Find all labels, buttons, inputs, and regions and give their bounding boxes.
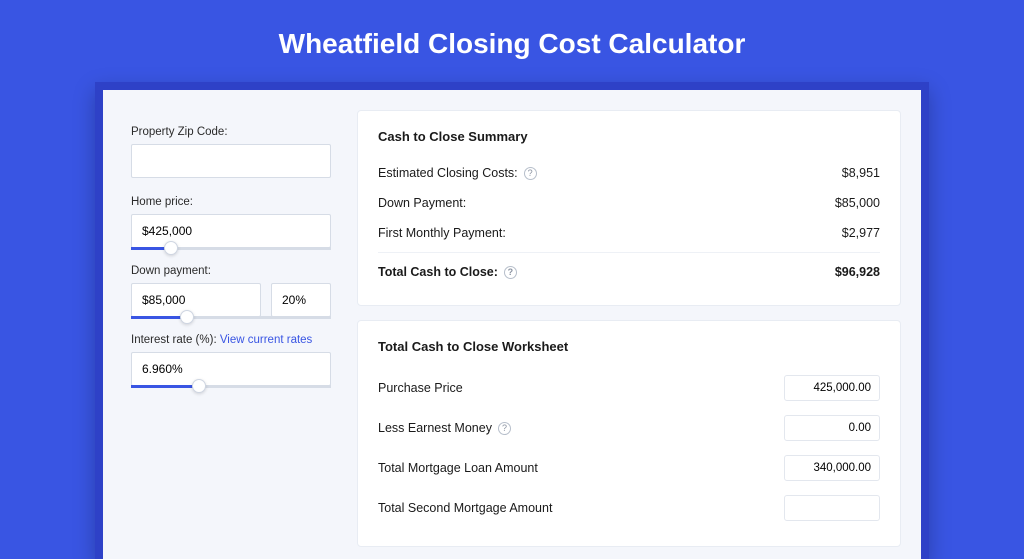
worksheet-label: Less Earnest Money <box>378 421 492 435</box>
zip-group: Property Zip Code: <box>131 126 331 178</box>
worksheet-row-earnest-money: Less Earnest Money ? <box>378 408 880 448</box>
summary-value: $85,000 <box>835 196 880 210</box>
worksheet-row-purchase-price: Purchase Price <box>378 368 880 408</box>
help-icon[interactable]: ? <box>498 422 511 435</box>
summary-row-total: Total Cash to Close: ? $96,928 <box>378 252 880 287</box>
zip-label: Property Zip Code: <box>131 126 331 138</box>
summary-label: Down Payment: <box>378 196 466 210</box>
panel-outer: Property Zip Code: Home price: Down paym… <box>95 82 929 559</box>
worksheet-input[interactable] <box>784 495 880 521</box>
summary-total-label: Total Cash to Close: <box>378 265 498 279</box>
inputs-column: Property Zip Code: Home price: Down paym… <box>103 90 343 559</box>
help-icon[interactable]: ? <box>504 266 517 279</box>
rate-input[interactable] <box>131 352 331 386</box>
view-rates-link[interactable]: View current rates <box>220 334 312 346</box>
worksheet-input[interactable] <box>784 415 880 441</box>
summary-total-value: $96,928 <box>835 265 880 279</box>
summary-label: Estimated Closing Costs: <box>378 166 518 180</box>
down-payment-group: Down payment: <box>131 265 331 316</box>
down-payment-input[interactable] <box>131 283 261 317</box>
rate-label: Interest rate (%): View current rates <box>131 334 331 346</box>
worksheet-row-second-mortgage: Total Second Mortgage Amount <box>378 488 880 528</box>
home-price-group: Home price: <box>131 196 331 247</box>
summary-row-estimated-costs: Estimated Closing Costs: ? $8,951 <box>378 158 880 188</box>
panel-inner: Property Zip Code: Home price: Down paym… <box>103 90 921 559</box>
help-icon[interactable]: ? <box>524 167 537 180</box>
rate-group: Interest rate (%): View current rates <box>131 334 331 385</box>
home-price-slider-thumb[interactable] <box>164 241 178 255</box>
summary-row-first-payment: First Monthly Payment: $2,977 <box>378 218 880 248</box>
rate-slider-fill <box>131 385 199 388</box>
rate-slider-thumb[interactable] <box>192 379 206 393</box>
down-payment-slider[interactable] <box>131 316 331 319</box>
down-payment-label: Down payment: <box>131 265 331 277</box>
page-title: Wheatfield Closing Cost Calculator <box>0 0 1024 82</box>
worksheet-card: Total Cash to Close Worksheet Purchase P… <box>357 320 901 547</box>
down-payment-slider-thumb[interactable] <box>180 310 194 324</box>
down-payment-slider-fill <box>131 316 187 319</box>
home-price-label: Home price: <box>131 196 331 208</box>
down-payment-pct-input[interactable] <box>271 283 331 317</box>
home-price-slider[interactable] <box>131 247 331 250</box>
worksheet-row-mortgage-amount: Total Mortgage Loan Amount <box>378 448 880 488</box>
summary-title: Cash to Close Summary <box>378 129 880 144</box>
worksheet-input[interactable] <box>784 375 880 401</box>
rate-slider[interactable] <box>131 385 331 388</box>
summary-value: $2,977 <box>842 226 880 240</box>
results-column: Cash to Close Summary Estimated Closing … <box>357 90 921 559</box>
summary-label: First Monthly Payment: <box>378 226 506 240</box>
zip-input[interactable] <box>131 144 331 178</box>
worksheet-label: Total Mortgage Loan Amount <box>378 461 538 475</box>
summary-row-down-payment: Down Payment: $85,000 <box>378 188 880 218</box>
worksheet-title: Total Cash to Close Worksheet <box>378 339 880 354</box>
home-price-input[interactable] <box>131 214 331 248</box>
worksheet-input[interactable] <box>784 455 880 481</box>
worksheet-label: Purchase Price <box>378 381 463 395</box>
rate-label-text: Interest rate (%): <box>131 334 217 346</box>
summary-value: $8,951 <box>842 166 880 180</box>
summary-card: Cash to Close Summary Estimated Closing … <box>357 110 901 306</box>
worksheet-label: Total Second Mortgage Amount <box>378 501 552 515</box>
